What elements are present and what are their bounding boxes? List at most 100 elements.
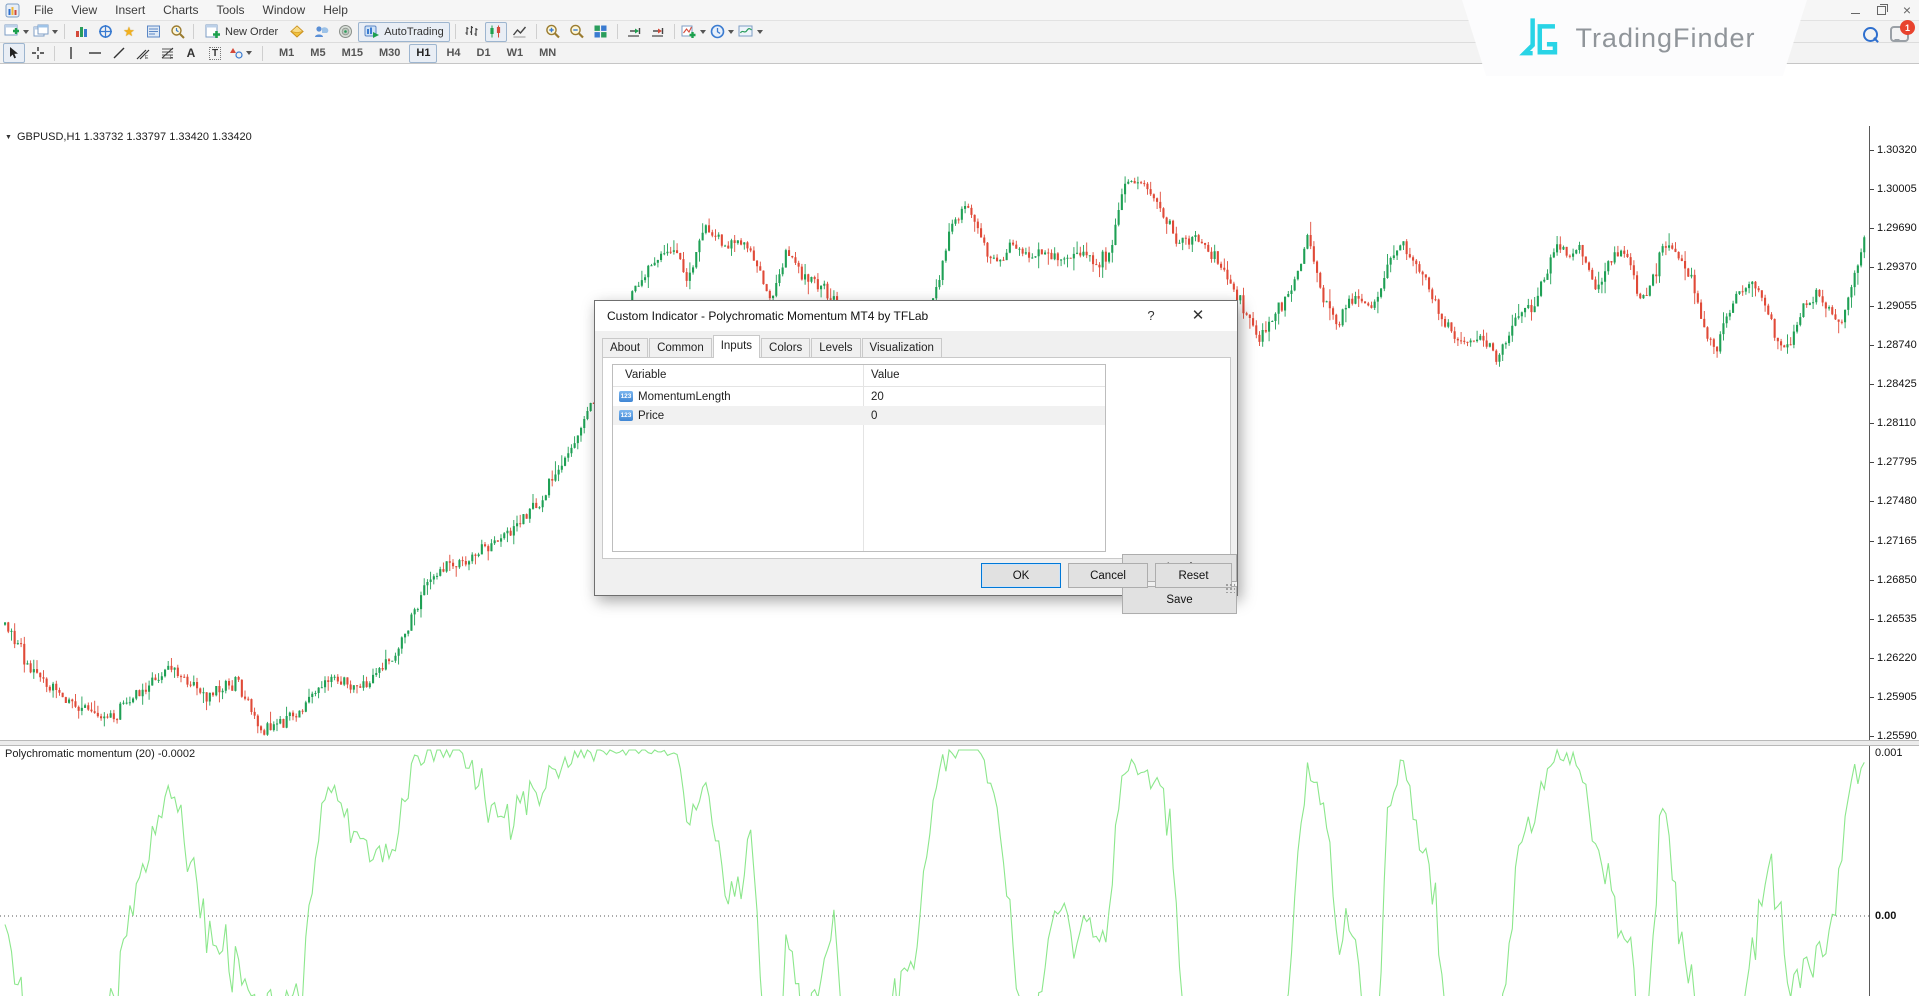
price-label: 1.27795 [1877,456,1917,468]
auto-scroll-button[interactable] [623,22,645,42]
autotrading-icon [364,24,380,39]
dialog-close-icon[interactable]: ✕ [1189,306,1207,324]
input-row-momentumlength[interactable]: 123MomentumLength20 [613,387,1105,406]
zoom-in-icon [545,24,561,39]
minimize-icon[interactable] [1849,4,1861,16]
mt4-logo-icon [5,3,20,18]
tab-common[interactable]: Common [649,338,712,358]
menu-window[interactable]: Window [254,0,315,20]
navigator-button[interactable]: ★ [118,22,140,42]
chat-icon[interactable]: 1 [1890,26,1909,42]
column-header-value: Value [871,365,900,386]
tab-visualization[interactable]: Visualization [862,338,942,358]
price-label: 1.26535 [1877,613,1917,625]
terminal-button[interactable] [142,22,164,42]
trendline-button[interactable] [108,43,130,63]
toolbar-separator [536,24,537,39]
fibonacci-button[interactable]: F [156,43,178,63]
input-row-price[interactable]: 123Price0 [613,406,1105,425]
text-label-icon: T [209,47,221,60]
line-chart-button[interactable] [509,22,531,42]
menu-file[interactable]: File [25,0,62,20]
horizontal-line-button[interactable] [84,43,106,63]
tab-levels[interactable]: Levels [811,338,860,358]
timeframe-m1[interactable]: M1 [272,44,301,63]
templates-button[interactable] [737,22,764,42]
tile-windows-button[interactable] [590,22,612,42]
menu-view[interactable]: View [62,0,106,20]
vertical-line-icon [64,46,78,60]
bar-chart-icon [464,24,479,39]
price-tick [1870,697,1874,698]
candlestick-chart-button[interactable] [485,22,507,42]
dialog-title-bar[interactable]: Custom Indicator - Polychromatic Momentu… [595,301,1237,331]
tab-about[interactable]: About [602,338,648,358]
new-chart-button[interactable] [3,22,30,42]
help-icon[interactable]: ? [1143,308,1159,323]
market-watch-button[interactable] [70,22,92,42]
autotrading-button[interactable]: AutoTrading [358,22,450,42]
cancel-button[interactable]: Cancel [1068,563,1148,588]
reset-button[interactable]: Reset [1155,563,1232,588]
restore-icon[interactable] [1875,4,1887,16]
periods-button[interactable] [709,22,735,42]
price-tick [1870,189,1874,190]
price-tick [1870,423,1874,424]
cursor-button[interactable] [3,43,25,63]
price-tick [1870,462,1874,463]
menu-insert[interactable]: Insert [106,0,154,20]
timeframe-w1[interactable]: W1 [500,44,531,63]
variable-value[interactable]: 20 [871,391,884,403]
community-button[interactable] [310,22,332,42]
variable-value[interactable]: 0 [871,410,877,422]
search-icon[interactable] [1863,27,1878,42]
timeframe-h4[interactable]: H4 [439,44,467,63]
zoom-out-button[interactable] [566,22,588,42]
price-label: 1.29370 [1877,261,1917,273]
menu-charts[interactable]: Charts [154,0,207,20]
new-order-button[interactable]: New Order [199,22,284,42]
mt4-window: FileViewInsertChartsToolsWindowHelp × 1 … [0,0,1919,996]
profiles-button[interactable] [32,22,59,42]
market-watch-icon [74,24,89,39]
close-icon[interactable]: × [1901,4,1913,16]
mql5-web-button[interactable] [334,22,356,42]
crosshair-button[interactable] [27,43,49,63]
dialog-resize-grip[interactable] [1225,583,1235,593]
menu-tools[interactable]: Tools [208,0,254,20]
data-window-button[interactable] [94,22,116,42]
vertical-line-button[interactable] [60,43,82,63]
equidistant-channel-button[interactable]: E [132,43,154,63]
inputs-table[interactable]: Variable Value 123MomentumLength20123Pri… [612,364,1106,552]
menu-help[interactable]: Help [314,0,357,20]
timeframe-m15[interactable]: M15 [335,44,370,63]
timeframe-h1[interactable]: H1 [409,44,437,63]
timeframe-m30[interactable]: M30 [372,44,407,63]
ok-button[interactable]: OK [981,563,1061,588]
text-button[interactable]: A [180,43,202,63]
tab-colors[interactable]: Colors [761,338,810,358]
toolbar-separator [617,24,618,39]
text-label-button[interactable]: T [204,43,226,63]
zoom-in-button[interactable] [542,22,564,42]
bar-chart-button[interactable] [461,22,483,42]
timeframe-mn[interactable]: MN [532,44,563,63]
save-button[interactable]: Save [1122,586,1237,614]
price-tick [1870,658,1874,659]
tab-inputs[interactable]: Inputs [713,335,760,358]
dialog-tabs: AboutCommonInputsColorsLevelsVisualizati… [602,338,943,358]
timeframe-d1[interactable]: D1 [470,44,498,63]
svg-text:E: E [145,55,149,60]
timeframe-m5[interactable]: M5 [303,44,332,63]
price-axis[interactable]: 1.303201.300051.296901.293701.290551.287… [1869,126,1919,996]
collapse-triangle-icon[interactable]: ▼ [5,134,12,141]
indicators-button[interactable] [680,22,707,42]
cursor-icon [7,46,21,60]
chart-shift-button[interactable] [647,22,669,42]
inputs-tab-page: Variable Value 123MomentumLength20123Pri… [602,357,1231,559]
strategy-tester-button[interactable] [166,22,188,42]
panel-divider[interactable] [0,740,1919,746]
arrows-button[interactable] [228,43,253,63]
momentum-indicator-panel[interactable] [0,745,1869,996]
metaeditor-button[interactable] [286,22,308,42]
